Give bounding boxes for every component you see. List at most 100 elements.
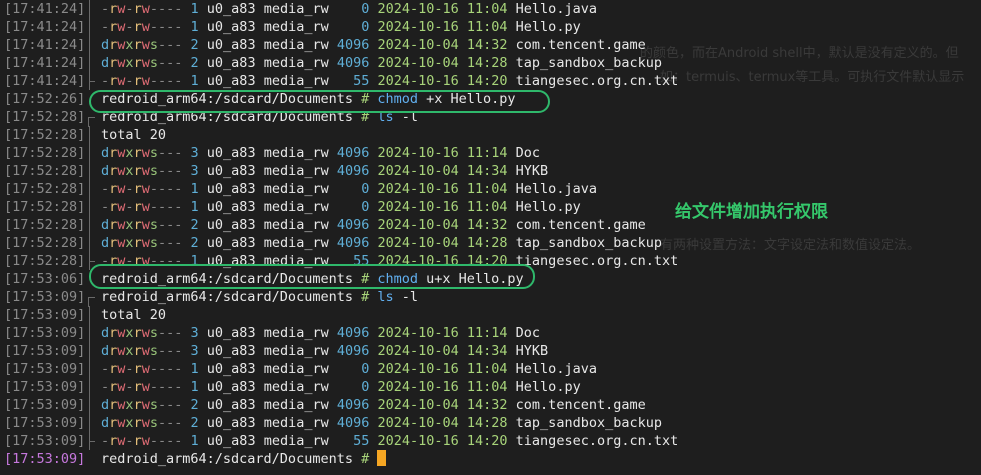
file-date: 2024-10-04 14:28 <box>369 235 508 251</box>
file-owner: u0_a83 <box>198 361 256 377</box>
link-count: 1 <box>182 361 199 377</box>
file-group: media_rw <box>255 433 329 449</box>
link-count: 2 <box>182 217 199 233</box>
line-content: total 20 <box>101 126 166 144</box>
permissions: -rw-rw---- <box>101 1 183 17</box>
file-group: media_rw <box>255 73 329 89</box>
block-gutter <box>89 36 98 54</box>
line-content: drwxrws--- 3 u0_a83 media_rw 4096 2024-1… <box>101 342 548 360</box>
link-count: 1 <box>182 19 199 35</box>
file-owner: u0_a83 <box>198 19 256 35</box>
link-count: 2 <box>182 415 199 431</box>
block-gutter <box>89 0 98 18</box>
timestamp: [17:52:28] <box>4 235 86 251</box>
permissions: -rw-rw---- <box>101 181 183 197</box>
file-size: 4096 <box>328 55 370 71</box>
permissions: drwxrws--- <box>101 235 183 251</box>
file-name: com.tencent.game <box>507 217 646 233</box>
link-count: 1 <box>182 379 199 395</box>
file-group: media_rw <box>255 199 329 215</box>
file-group: media_rw <box>255 379 329 395</box>
line-content: -rw-rw---- 1 u0_a83 media_rw 55 2024-10-… <box>101 72 678 90</box>
file-name: HYKB <box>507 343 549 359</box>
block-gutter <box>88 288 97 307</box>
timestamp: [17:53:09] <box>4 415 86 431</box>
file-date: 2024-10-16 11:04 <box>369 19 508 35</box>
file-size: 4096 <box>328 235 370 251</box>
background-text-fragment: 有两种设置方法：文字设定法和数值设定法。 <box>660 238 921 253</box>
file-name: Doc <box>507 145 541 161</box>
text-cursor[interactable] <box>377 450 387 466</box>
file-group: media_rw <box>255 397 329 413</box>
line-content: -rw-rw---- 1 u0_a83 media_rw 55 2024-10-… <box>101 432 678 450</box>
line-content: redroid_arm64:/sdcard/Documents # ls -l <box>101 288 418 306</box>
file-name: Hello.java <box>507 361 597 377</box>
permissions: drwxrws--- <box>101 145 183 161</box>
block-gutter <box>89 18 98 36</box>
line-content: drwxrws--- 2 u0_a83 media_rw 4096 2024-1… <box>101 414 662 432</box>
link-count: 1 <box>182 1 199 17</box>
line-content: -rw-rw---- 1 u0_a83 media_rw 0 2024-10-1… <box>101 18 581 36</box>
block-gutter <box>89 198 98 216</box>
block-gutter <box>89 144 98 162</box>
link-count: 3 <box>182 325 199 341</box>
file-group: media_rw <box>255 235 329 251</box>
file-group: media_rw <box>255 217 329 233</box>
timestamp: [17:53:09] <box>4 433 86 449</box>
permissions: -rw-rw---- <box>101 199 183 215</box>
file-name: tap_sandbox_backup <box>507 415 662 431</box>
file-size: 0 <box>328 1 370 17</box>
line-content: -rw-rw---- 1 u0_a83 media_rw 0 2024-10-1… <box>101 0 597 18</box>
file-size: 4096 <box>328 343 370 359</box>
line-content: drwxrws--- 2 u0_a83 media_rw 4096 2024-1… <box>101 396 646 414</box>
line-content: -rw-rw---- 1 u0_a83 media_rw 0 2024-10-1… <box>101 378 581 396</box>
timestamp: [17:41:24] <box>4 1 86 17</box>
file-size: 4096 <box>328 145 370 161</box>
file-name: tiangesec.org.cn.txt <box>507 253 679 269</box>
file-name: Hello.py <box>507 199 581 215</box>
prompt-hash: # <box>352 289 370 305</box>
file-size: 0 <box>328 19 370 35</box>
file-name: tiangesec.org.cn.txt <box>507 73 679 89</box>
file-owner: u0_a83 <box>198 73 256 89</box>
link-count: 1 <box>182 73 199 89</box>
file-date: 2024-10-16 14:20 <box>369 73 508 89</box>
link-count: 1 <box>182 433 199 449</box>
link-count: 1 <box>182 181 199 197</box>
background-text-fragment: 如：termuis、termux等工具。可执行文件默认显示 <box>660 70 965 85</box>
block-gutter <box>89 396 98 414</box>
block-gutter <box>89 378 98 396</box>
file-owner: u0_a83 <box>198 235 256 251</box>
permissions: drwxrws--- <box>101 325 183 341</box>
file-group: media_rw <box>255 415 329 431</box>
link-count: 2 <box>182 55 199 71</box>
block-gutter <box>89 432 98 450</box>
file-date: 2024-10-04 14:28 <box>369 415 508 431</box>
timestamp: [17:52:28] <box>4 163 86 179</box>
link-count: 2 <box>182 397 199 413</box>
block-gutter <box>89 360 98 378</box>
command-name: ls <box>369 289 394 305</box>
block-gutter <box>89 414 98 432</box>
file-name: Hello.py <box>507 19 581 35</box>
file-owner: u0_a83 <box>198 55 256 71</box>
file-group: media_rw <box>255 145 329 161</box>
file-size: 4096 <box>328 415 370 431</box>
file-name: Hello.java <box>507 181 597 197</box>
highlight-oval-chmod-2 <box>89 264 535 289</box>
file-owner: u0_a83 <box>198 145 256 161</box>
file-date: 2024-10-16 11:04 <box>369 181 508 197</box>
file-owner: u0_a83 <box>198 397 256 413</box>
file-name: Hello.py <box>507 379 581 395</box>
block-gutter <box>89 234 98 252</box>
file-date: 2024-10-04 14:32 <box>369 217 508 233</box>
file-date: 2024-10-16 11:14 <box>369 145 508 161</box>
link-count: 1 <box>182 199 199 215</box>
file-owner: u0_a83 <box>198 343 256 359</box>
timestamp: [17:52:28] <box>4 217 86 233</box>
file-size: 0 <box>328 199 370 215</box>
shell-prompt: redroid_arm64:/sdcard/Documents <box>101 451 353 467</box>
permissions: drwxrws--- <box>101 163 183 179</box>
file-date: 2024-10-04 14:34 <box>369 163 508 179</box>
block-gutter <box>89 342 98 360</box>
